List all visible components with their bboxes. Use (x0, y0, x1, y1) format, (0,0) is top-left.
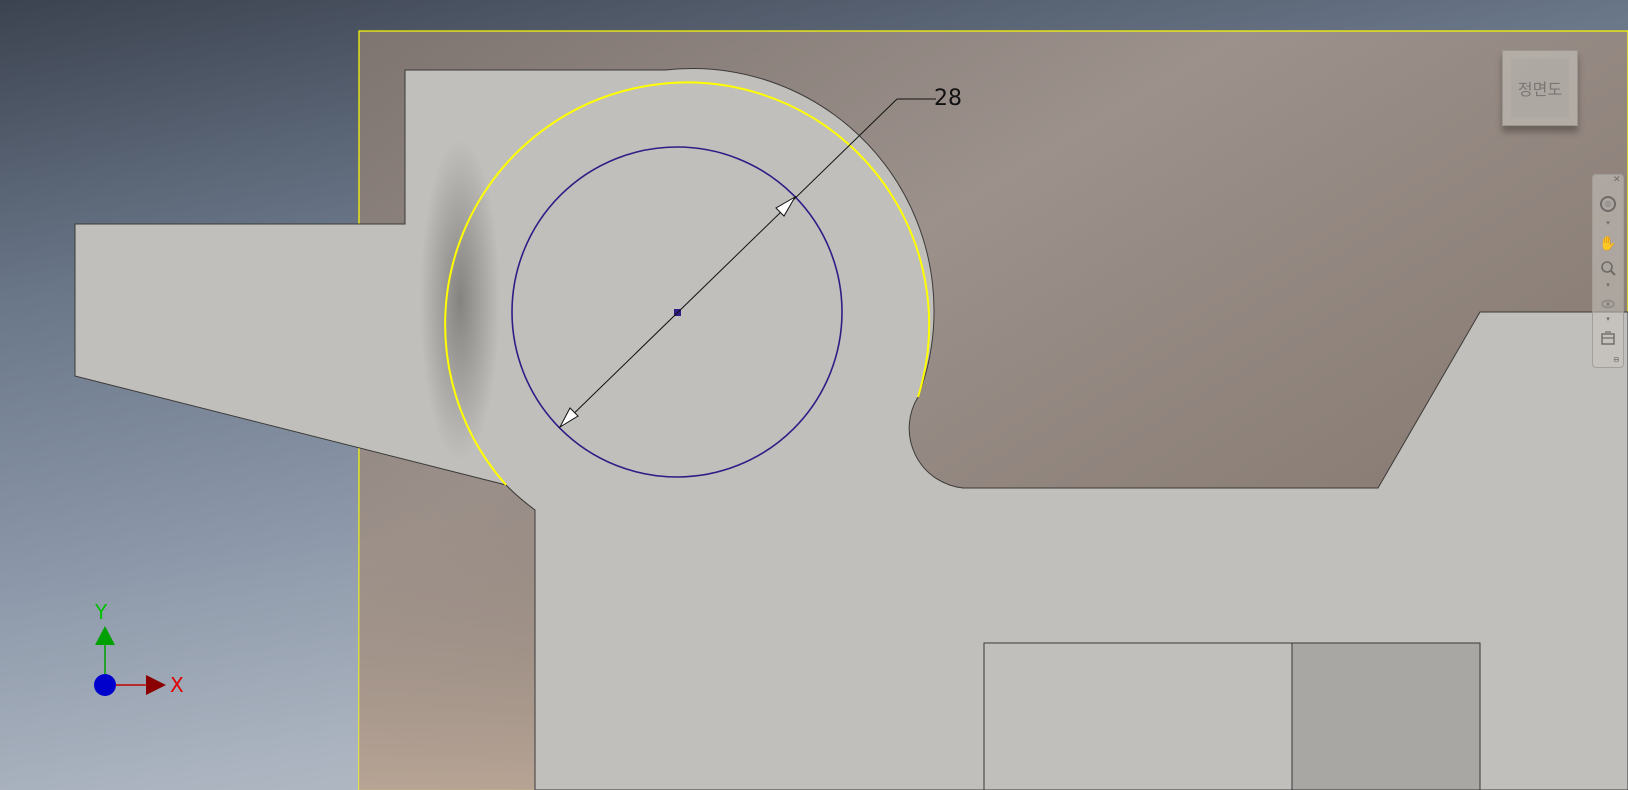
y-axis-arrow (95, 626, 115, 645)
lower-feature-right[interactable] (1291, 642, 1481, 790)
view-cube[interactable]: 정면도 (1502, 50, 1578, 126)
chevron-down-icon[interactable]: ▾ (1601, 219, 1615, 227)
navigation-bar[interactable]: ✕ ▾ ✋ ▾ ▾ ⊖ (1592, 174, 1624, 368)
lower-feature-left[interactable] (983, 642, 1293, 790)
dimension-value[interactable]: 28 (934, 86, 962, 111)
3d-viewport[interactable]: 28 Y X 정면도 ✕ ▾ ✋ ▾ ▾ ⊖ (0, 0, 1628, 790)
y-axis-label: Y (95, 600, 108, 624)
view-cube-label: 정면도 (1517, 80, 1563, 99)
customize-icon[interactable]: ⊖ (1613, 355, 1620, 364)
zoom-icon[interactable] (1597, 257, 1619, 279)
axis-triad (94, 626, 166, 696)
drawing-canvas[interactable] (0, 0, 1628, 790)
chevron-down-icon[interactable]: ▾ (1601, 315, 1615, 323)
view-cube-front-face[interactable]: 정면도 (1511, 59, 1569, 117)
x-axis-label: X (170, 673, 184, 697)
x-axis-arrow (146, 675, 166, 695)
pan-hand-icon[interactable]: ✋ (1597, 233, 1619, 255)
steering-wheel-icon[interactable] (1597, 193, 1619, 215)
chevron-down-icon[interactable]: ▾ (1601, 281, 1615, 289)
orbit-icon[interactable] (1597, 293, 1619, 315)
close-icon[interactable]: ✕ (1613, 175, 1621, 185)
view-face-icon[interactable] (1597, 327, 1619, 349)
origin-point (94, 674, 116, 696)
